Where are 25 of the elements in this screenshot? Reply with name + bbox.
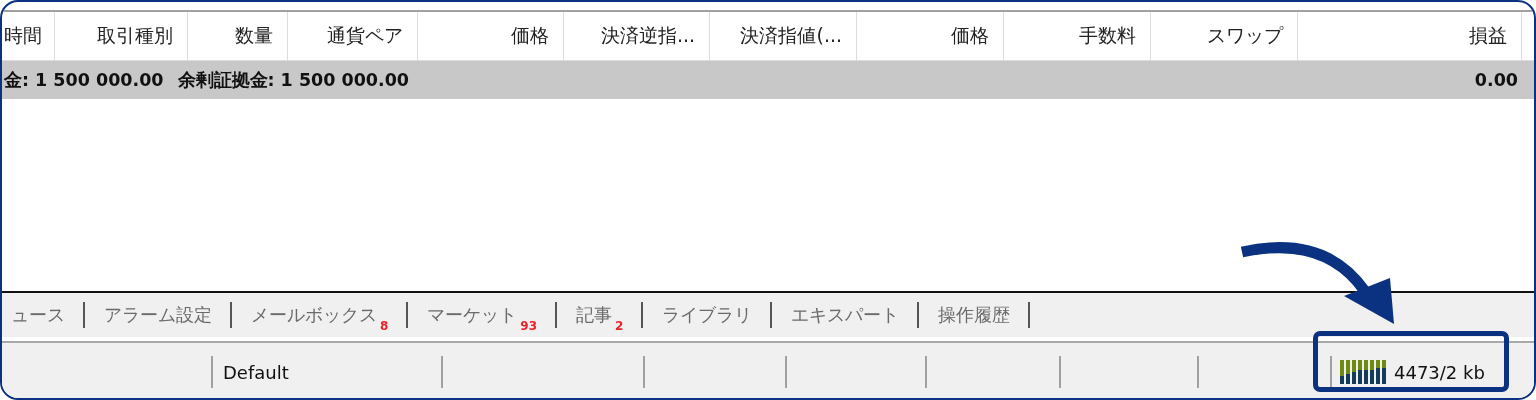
column-header[interactable]: 取引種別: [97, 23, 173, 49]
column-header[interactable]: 数量: [235, 23, 273, 49]
connection-meter-icon[interactable]: [1340, 360, 1386, 384]
profile-name: Default: [223, 361, 289, 383]
unread-count: 8: [380, 319, 389, 333]
column-header[interactable]: スワップ: [1207, 23, 1283, 49]
balance-text: 金: 1 500 000.00: [4, 69, 164, 92]
tab[interactable]: アラーム設定: [104, 303, 212, 327]
column-header[interactable]: 手数料: [1079, 23, 1136, 49]
column-header[interactable]: 決済逆指...: [600, 23, 695, 49]
column-header[interactable]: 価格: [511, 23, 549, 49]
column-header[interactable]: 価格: [951, 23, 989, 49]
unread-count: 2: [615, 319, 624, 333]
balance-text: 余剰証拠金: 1 500 000.00: [177, 69, 410, 92]
unread-count: 93: [520, 319, 538, 333]
column-header[interactable]: 決済指値(...: [740, 23, 842, 49]
column-header[interactable]: 損益: [1469, 23, 1507, 49]
column-header[interactable]: 通貨ペア: [327, 23, 403, 49]
traffic-text: 4473/2 kb: [1394, 361, 1485, 383]
tab[interactable]: ライブラリ: [662, 303, 753, 327]
profit-total: 0.00: [1474, 70, 1518, 90]
column-header[interactable]: 時間: [4, 23, 42, 49]
tab[interactable]: 操作履歴: [938, 303, 1011, 327]
tab[interactable]: エキスパート: [791, 303, 900, 327]
tab[interactable]: ュース: [11, 303, 65, 327]
